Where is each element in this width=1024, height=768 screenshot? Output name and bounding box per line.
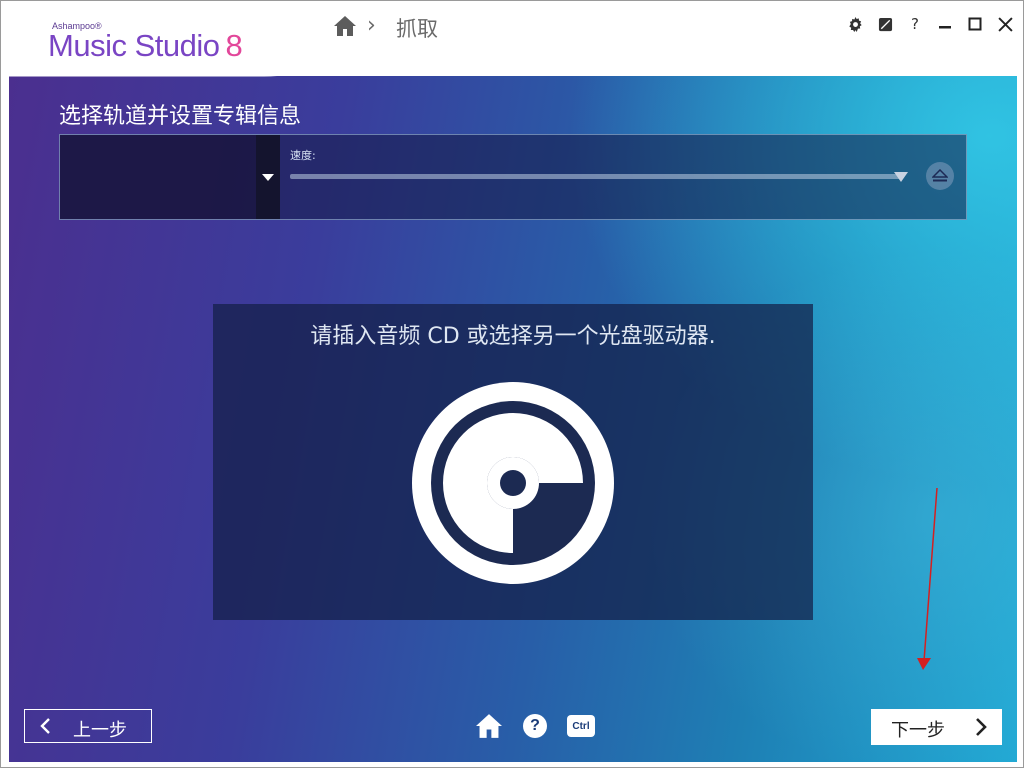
- insert-cd-message: 请插入音频 CD 或选择另一个光盘驱动器.: [310, 324, 716, 349]
- speed-slider[interactable]: [290, 174, 902, 179]
- help-icon[interactable]: ?: [907, 15, 923, 33]
- close-icon[interactable]: [997, 16, 1013, 32]
- keyboard-shortcuts-button[interactable]: Ctrl: [566, 712, 596, 740]
- back-button-label: 上一步: [73, 720, 127, 741]
- page-title: 选择轨道并设置专辑信息: [59, 104, 302, 129]
- brand-version: 8: [225, 28, 243, 63]
- footer-tools: ? Ctrl: [474, 712, 596, 740]
- eject-button[interactable]: [926, 162, 954, 190]
- annotation-arrow-icon: [917, 487, 938, 670]
- speed-slider-thumb[interactable]: [894, 172, 908, 182]
- window-controls: ?: [847, 15, 1013, 33]
- breadcrumb-current: 抓取: [396, 17, 438, 41]
- drive-select[interactable]: [60, 135, 256, 219]
- brand-name: Music Studio: [48, 28, 220, 63]
- drive-dropdown-button[interactable]: [256, 135, 280, 219]
- ctrl-key-icon: Ctrl: [567, 715, 595, 737]
- cd-disc-icon: [412, 382, 614, 584]
- chevron-left-icon: [40, 718, 50, 734]
- eject-icon: [932, 169, 948, 182]
- gear-icon[interactable]: [847, 16, 863, 32]
- title-bar: Ashampoo® Music Studio 8 › 抓取 ?: [1, 1, 1023, 76]
- next-button[interactable]: 下一步: [871, 709, 1002, 745]
- app-logo: Music Studio 8: [48, 28, 243, 64]
- home-icon[interactable]: [333, 15, 357, 39]
- chevron-down-icon: [262, 174, 274, 181]
- speed-label: 速度:: [290, 149, 316, 162]
- minimize-icon[interactable]: [937, 16, 953, 32]
- back-button[interactable]: 上一步: [24, 709, 152, 743]
- drive-toolbar: 速度:: [59, 134, 967, 220]
- help-icon: ?: [523, 714, 547, 738]
- main-content: 选择轨道并设置专辑信息 速度: 请插入音频 CD 或选择另一个光盘驱动器. 上一…: [9, 76, 1017, 762]
- chevron-right-icon: [976, 718, 987, 736]
- next-button-label: 下一步: [891, 720, 945, 741]
- maximize-icon[interactable]: [967, 16, 983, 32]
- app-window: Ashampoo® Music Studio 8 › 抓取 ? 选择轨道并设置专…: [0, 0, 1024, 768]
- home-icon[interactable]: [474, 712, 504, 740]
- help-button[interactable]: ?: [520, 712, 550, 740]
- breadcrumb-separator: ›: [367, 13, 376, 38]
- insert-cd-panel: 请插入音频 CD 或选择另一个光盘驱动器.: [213, 304, 813, 620]
- skin-icon[interactable]: [877, 16, 893, 32]
